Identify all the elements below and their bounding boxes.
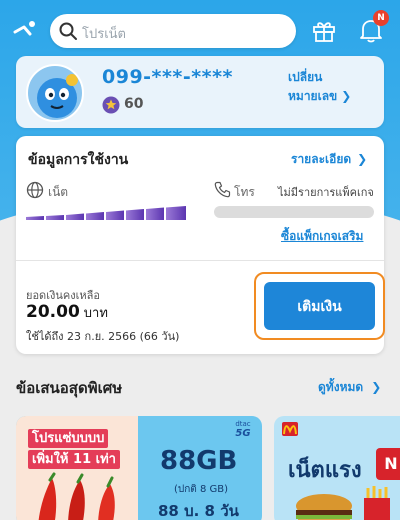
see-all-label: ดูทั้งหมด bbox=[318, 380, 364, 394]
search-placeholder: โปรเน็ต bbox=[82, 27, 126, 42]
promo-image-area: โปรแซ่บบบบ เพิ่มให้ 11 เท่า bbox=[16, 416, 138, 520]
balance-validity: ใช้ได้ถึง 23 ก.ย. 2566 (66 วัน) bbox=[26, 330, 180, 343]
call-usage-bar bbox=[214, 206, 374, 218]
avatar[interactable] bbox=[26, 64, 84, 122]
promo-headline-line2: เพิ่มให้ 11 เท่า bbox=[28, 450, 120, 469]
promo-data-amount: 88GB bbox=[160, 446, 238, 476]
chevron-right-icon: ❯ bbox=[341, 89, 352, 103]
burger-meal-icon bbox=[296, 486, 390, 520]
points-star-icon bbox=[102, 96, 120, 114]
brand-name: dtac bbox=[235, 420, 251, 428]
promo-card-mcdonalds[interactable]: เน็ตแรง N bbox=[274, 416, 400, 520]
topup-button[interactable]: เติมเงิน bbox=[264, 282, 375, 330]
promo-headline: โปรแซ่บบบบ เพิ่มให้ 11 เท่า bbox=[28, 429, 120, 471]
usage-card: ข้อมูลการใช้งาน รายละเอียด ❯ เน็ต โทร ไม่… bbox=[16, 136, 385, 354]
chevron-right-icon: ❯ bbox=[371, 380, 382, 394]
phone-call-icon bbox=[214, 181, 231, 198]
promo-price: 88 บ. 8 วัน bbox=[158, 502, 239, 520]
buy-addon-package-link[interactable]: ซื้อแพ็กเกจเสริม bbox=[281, 227, 363, 246]
dtac-5g-logo: dtac 5G bbox=[230, 420, 256, 444]
internet-label: เน็ต bbox=[48, 185, 69, 199]
search-icon bbox=[59, 22, 77, 40]
phone-number: 099-***-**** bbox=[102, 66, 233, 88]
points-value: 60 bbox=[124, 96, 144, 112]
profile-card[interactable]: 099-***-**** 60 เปลี่ยนหมายเลข ❯ bbox=[16, 56, 384, 128]
balance-unit: บาท bbox=[83, 306, 108, 321]
offers-see-all-link[interactable]: ดูทั้งหมด ❯ bbox=[318, 378, 381, 397]
promo-card-dtac-5g[interactable]: โปรแซ่บบบบ เพิ่มให้ 11 เท่า dtac 5G 88GB… bbox=[16, 416, 262, 520]
change-number-link[interactable]: เปลี่ยนหมายเลข ❯ bbox=[288, 68, 384, 106]
chili-pepper-icon bbox=[38, 472, 115, 520]
internet-signal-bar bbox=[26, 206, 186, 220]
globe-icon bbox=[26, 181, 44, 199]
mcdonalds-logo-icon bbox=[282, 422, 298, 436]
usage-detail-label: รายละเอียด bbox=[291, 152, 352, 166]
usage-detail-link[interactable]: รายละเอียด ❯ bbox=[291, 150, 367, 169]
gift-icon[interactable] bbox=[311, 17, 337, 43]
promo2-tag: N bbox=[376, 448, 400, 480]
change-number-label: เปลี่ยนหมายเลข bbox=[288, 70, 338, 103]
balance-amount: 20.00 bbox=[26, 302, 80, 322]
top-bar: โปรเน็ต N bbox=[0, 0, 400, 62]
topup-highlight: เติมเงิน bbox=[254, 272, 385, 340]
network-badge: 5G bbox=[235, 428, 251, 439]
offers-section-title: ข้อเสนอสุดพิเศษ bbox=[16, 379, 123, 397]
no-package-text: ไม่มีรายการแพ็คเกจ bbox=[278, 186, 374, 199]
notification-badge: N bbox=[373, 10, 389, 26]
divider bbox=[16, 260, 384, 261]
promo2-headline: เน็ตแรง bbox=[288, 458, 362, 483]
promo-normal-amount: (ปกติ 8 GB) bbox=[174, 484, 229, 495]
balance-amount-row: 20.00 บาท bbox=[26, 302, 108, 323]
promo-headline-line1: โปรแซ่บบบบ bbox=[28, 429, 109, 448]
avatar-character-icon bbox=[37, 74, 78, 118]
search-bar[interactable]: โปรเน็ต bbox=[50, 14, 296, 48]
usage-title: ข้อมูลการใช้งาน bbox=[28, 152, 129, 168]
chevron-right-icon: ❯ bbox=[357, 152, 368, 166]
call-label: โทร bbox=[234, 185, 255, 199]
dtac-logo-icon[interactable] bbox=[12, 17, 38, 43]
